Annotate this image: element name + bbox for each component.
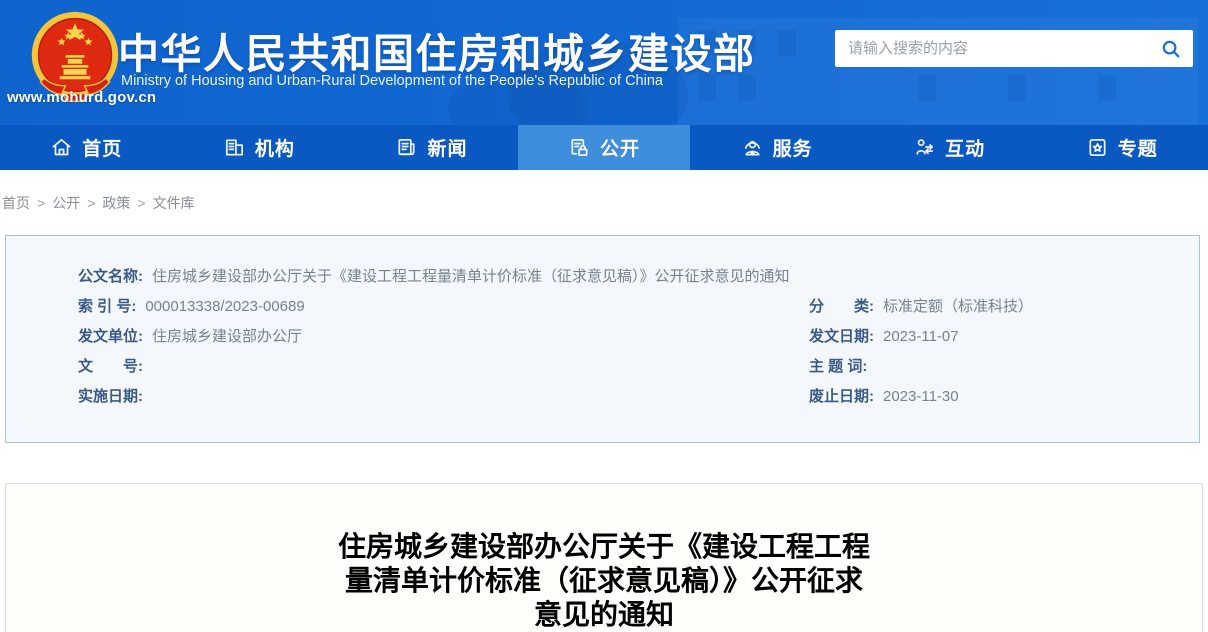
- nav-item-disclosure[interactable]: 公开: [518, 125, 691, 170]
- nav-label: 首页: [82, 134, 122, 161]
- metadata-row-index-number: 索 引 号: 000013338/2023-00689: [78, 292, 809, 322]
- nav-label: 服务: [773, 134, 813, 161]
- metadata-row-subject-words: 主 题 词:: [809, 352, 1169, 382]
- document-metadata-card: 公文名称: 住房城乡建设部办公厅关于《建设工程工程量清单计价标准（征求意见稿）》公…: [5, 235, 1200, 443]
- metadata-right-column: 分 类: 标准定额（标准科技） 发文日期: 2023-11-07 主 题 词: 废止…: [809, 292, 1169, 412]
- article-title: 住房城乡建设部办公厅关于《建设工程工程 量清单计价标准（征求意见稿）》公开征求 …: [304, 530, 904, 632]
- nav-item-service[interactable]: 服务: [690, 125, 863, 170]
- news-icon: [395, 136, 418, 159]
- metadata-row-category: 分 类: 标准定额（标准科技）: [809, 292, 1169, 322]
- nav-item-special-topic[interactable]: 专题: [1035, 125, 1208, 170]
- breadcrumb-item-home[interactable]: 首页: [2, 195, 30, 211]
- search-box: [835, 30, 1193, 67]
- metadata-label: 分 类:: [809, 298, 874, 315]
- metadata-row-repeal-date: 废止日期: 2023-11-30: [809, 382, 1169, 412]
- metadata-label: 文 号:: [78, 358, 143, 375]
- service-person-icon: [741, 136, 764, 159]
- metadata-value: 2023-11-30: [883, 388, 959, 405]
- disclosure-lock-icon: [568, 136, 591, 159]
- breadcrumb-item-document-library[interactable]: 文件库: [153, 195, 195, 211]
- search-button[interactable]: [1149, 30, 1193, 67]
- breadcrumb-item-policy[interactable]: 政策: [102, 195, 130, 211]
- metadata-left-column: 公文名称: 住房城乡建设部办公厅关于《建设工程工程量清单计价标准（征求意见稿）》公…: [78, 262, 809, 412]
- nav-label: 公开: [600, 134, 640, 161]
- nav-label: 专题: [1118, 134, 1158, 161]
- metadata-row-document-number: 文 号:: [78, 352, 809, 382]
- breadcrumb-separator: >: [37, 195, 45, 211]
- metadata-label: 索 引 号:: [78, 298, 136, 315]
- interaction-icon: [913, 136, 936, 159]
- organization-icon: [223, 136, 246, 159]
- article-card: 住房城乡建设部办公厅关于《建设工程工程 量清单计价标准（征求意见稿）》公开征求 …: [5, 483, 1203, 632]
- breadcrumb-separator: >: [87, 195, 95, 211]
- site-header: www.mohurd.gov.cn 中华人民共和国住房和城乡建设部 Minist…: [0, 0, 1208, 125]
- metadata-row-document-name: 公文名称: 住房城乡建设部办公厅关于《建设工程工程量清单计价标准（征求意见稿）》公…: [78, 262, 809, 292]
- metadata-label: 发文日期:: [809, 328, 874, 345]
- article-title-line: 意见的通知: [304, 598, 904, 632]
- metadata-row-implementation-date: 实施日期:: [78, 382, 809, 412]
- metadata-value: 000013338/2023-00689: [145, 298, 304, 315]
- nav-label: 互动: [945, 134, 985, 161]
- metadata-value: 2023-11-07: [883, 328, 959, 345]
- metadata-row-issuing-unit: 发文单位: 住房城乡建设部办公厅: [78, 322, 809, 352]
- breadcrumb: 首页 > 公开 > 政策 > 文件库: [2, 193, 1208, 213]
- site-title-chinese: 中华人民共和国住房和城乡建设部: [118, 20, 756, 80]
- main-nav: 首页 机构 新闻 公开 服务 互动: [0, 125, 1208, 170]
- metadata-value: 住房城乡建设部办公厅: [152, 328, 302, 345]
- special-topic-star-icon: [1086, 136, 1109, 159]
- nav-label: 新闻: [427, 134, 467, 161]
- nav-item-interaction[interactable]: 互动: [863, 125, 1036, 170]
- search-input[interactable]: [835, 40, 1149, 57]
- article-title-line: 住房城乡建设部办公厅关于《建设工程工程: [304, 530, 904, 564]
- site-title-english: Ministry of Housing and Urban-Rural Deve…: [121, 73, 663, 89]
- breadcrumb-item-disclosure[interactable]: 公开: [52, 195, 80, 211]
- article-title-line: 量清单计价标准（征求意见稿）》公开征求: [304, 564, 904, 598]
- home-icon: [50, 136, 73, 159]
- metadata-value: 住房城乡建设部办公厅关于《建设工程工程量清单计价标准（征求意见稿）》公开征求意见…: [152, 268, 790, 285]
- search-icon: [1160, 38, 1182, 60]
- breadcrumb-separator: >: [137, 195, 145, 211]
- nav-item-news[interactable]: 新闻: [345, 125, 518, 170]
- metadata-value: 标准定额（标准科技）: [883, 298, 1033, 315]
- metadata-label: 废止日期:: [809, 388, 874, 405]
- nav-item-home[interactable]: 首页: [0, 125, 173, 170]
- site-url: www.mohurd.gov.cn: [7, 89, 156, 106]
- metadata-label: 公文名称:: [78, 268, 143, 285]
- metadata-label: 实施日期:: [78, 388, 143, 405]
- metadata-row-issue-date: 发文日期: 2023-11-07: [809, 322, 1169, 352]
- nav-item-organization[interactable]: 机构: [173, 125, 346, 170]
- metadata-label: 发文单位:: [78, 328, 143, 345]
- metadata-label: 主 题 词:: [809, 358, 867, 375]
- nav-label: 机构: [255, 134, 295, 161]
